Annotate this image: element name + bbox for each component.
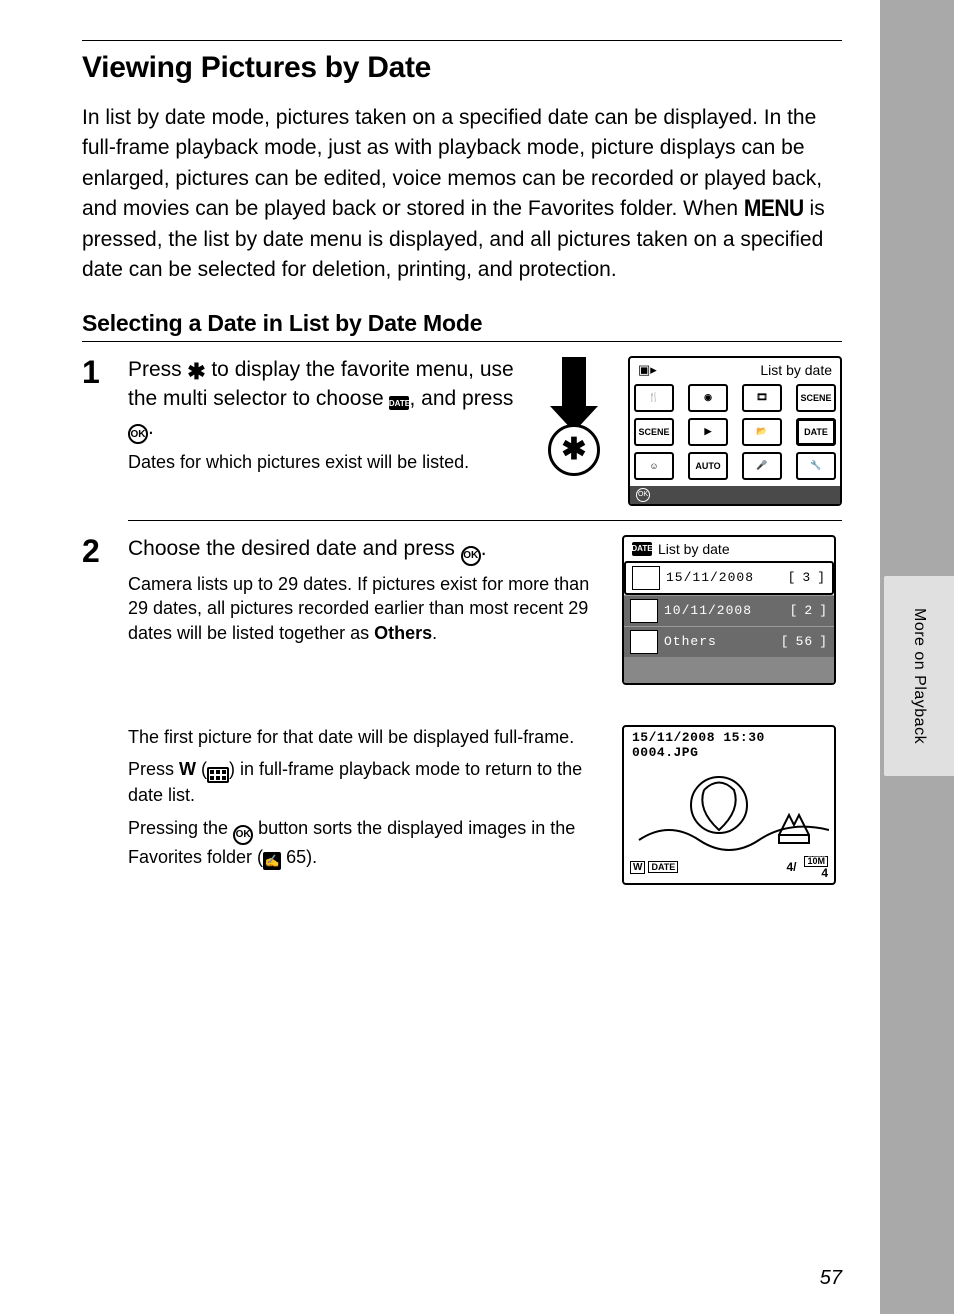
list-by-date-screen: DATE List by date 15/11/2008 [ 3 ] [622,535,836,685]
list-footer [624,657,834,683]
menu-icon-list-by-date: DATE [796,418,836,446]
menu-icon-scene2: SCENE [634,418,674,446]
date-row-selected: 15/11/2008 [ 3 ] [624,561,834,595]
favorite-star-icon: ✱ [188,363,206,381]
menu-icon-voice: 🎤 [742,452,782,480]
manual-page: Viewing Pictures by Date In list by date… [0,0,880,1314]
menu-icon-shoot: ◉ [688,384,728,412]
step-2: 2 Choose the desired date and press OK. … [82,535,842,885]
ok-button-icon: OK [461,546,481,566]
thumbnail-grid-icon [207,767,229,783]
page-title: Viewing Pictures by Date [82,51,842,85]
menu-icon-smile: ☺ [634,452,674,480]
subheading-rule [82,341,842,342]
down-arrow-favorite-icon: ✱ [534,356,614,476]
menu-icon-auto: AUTO [688,452,728,480]
resolution-badge: 10M [804,856,828,867]
remaining-count: 4 [821,867,828,879]
step-1: 1 Press ✱ to display the favorite menu, … [82,356,842,506]
screen-title: List by date [760,362,832,378]
reference-icon: ✍ [263,852,281,870]
photo-info-overlay: 15/11/2008 15:30 0004.JPG [632,731,765,761]
photo-bottom-overlay: W DATE 4/ 10M 4 [630,856,828,879]
date-row: 10/11/2008 [ 2 ] [624,595,834,626]
list-title-bar: DATE List by date [624,537,834,561]
list-by-date-icon: DATE [632,542,652,556]
step-1-sub: Dates for which pictures exist will be l… [128,450,514,475]
title-rule [82,40,842,41]
step-2-p2: The first picture for that date will be … [128,725,602,750]
ok-small-icon: OK [636,488,650,502]
menu-icon-movie: 🎞 [742,384,782,412]
ok-button-icon: OK [128,424,148,444]
menu-icon-folder: 📂 [742,418,782,446]
ok-button-icon: OK [233,825,253,845]
thumbnail-icon [632,566,660,590]
camera-mode-icon: ▣▸ [638,362,657,378]
menu-icon-playback: ▶ [688,418,728,446]
menu-icon-setup: 🔧 [796,452,836,480]
fullframe-playback-screen: 15/11/2008 15:30 0004.JPG W DATE 4/ 10 [622,725,836,885]
menu-icon-scene: SCENE [796,384,836,412]
image-counter: 4/ [786,860,796,874]
favorite-menu-grid: 🍴 ◉ 🎞 SCENE SCENE ▶ 📂 DATE ☺ AUTO 🎤 🔧 [630,378,840,486]
ok-bar: OK [630,486,840,504]
side-tab: More on Playback [884,576,954,776]
list-by-date-icon: DATE [389,396,409,410]
step-2-lead: Choose the desired date and press OK. [128,535,602,566]
step-2-sub: Camera lists up to 29 dates. If pictures… [128,572,602,646]
favorite-menu-screen: ▣▸ List by date 🍴 ◉ 🎞 SCENE SCENE ▶ 📂 DA… [628,356,842,506]
menu-label-icon: MENU [744,192,804,227]
date-row-others: Others [ 56 ] [624,626,834,657]
favorite-star-circled-icon: ✱ [548,424,600,476]
page-number: 57 [820,1267,842,1290]
step-divider [128,520,842,521]
step-1-lead: Press ✱ to display the favorite menu, us… [128,356,514,445]
thumbnail-icon [630,599,658,623]
subheading: Selecting a Date in List by Date Mode [82,310,842,337]
w-zoom-out-icon: W [179,759,196,779]
w-zoom-icon: W [630,861,645,874]
step-number: 2 [82,535,110,885]
step-2-p3: Press W () in full-frame playback mode t… [128,757,602,808]
date-mode-badge-icon: DATE [648,861,678,873]
step-2-p4: Pressing the OK button sorts the display… [128,816,602,870]
side-tab-label: More on Playback [910,608,928,744]
step-number: 1 [82,356,110,506]
list-title: List by date [658,541,730,557]
menu-icon-food: 🍴 [634,384,674,412]
thumbnail-icon [630,630,658,654]
intro-paragraph: In list by date mode, pictures taken on … [82,103,842,286]
